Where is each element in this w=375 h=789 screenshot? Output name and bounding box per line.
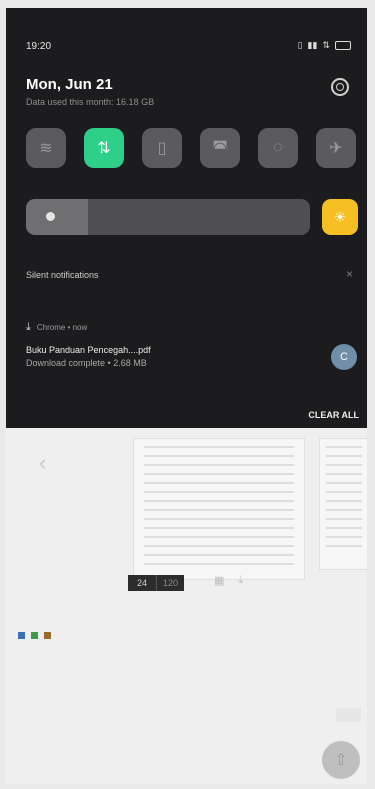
mobile-data-icon: ⇅ bbox=[97, 140, 111, 157]
brightness-low-icon bbox=[46, 212, 55, 221]
page-counter: 24 120 bbox=[128, 575, 185, 591]
silent-notifications-label: Silent notifications bbox=[26, 270, 99, 280]
grid-icon[interactable]: ▦ bbox=[214, 574, 224, 587]
network-type-icon: ⇅ bbox=[322, 40, 330, 50]
brightness-slider[interactable] bbox=[26, 199, 310, 235]
pager-actions: ▦ ⤓ bbox=[214, 574, 243, 587]
vibrate-icon: ▯ bbox=[297, 40, 303, 50]
page-thumbnail-next[interactable] bbox=[319, 438, 367, 570]
notification-title[interactable]: Buku Panduan Pencegah....pdf bbox=[26, 345, 151, 355]
settings-gear-icon[interactable] bbox=[331, 78, 349, 96]
sheet-icon bbox=[31, 632, 38, 639]
status-time: 19:20 bbox=[26, 41, 52, 52]
clear-all-button[interactable]: CLEAR ALL bbox=[308, 410, 359, 420]
date-label: Mon, Jun 21 bbox=[26, 76, 113, 93]
data-usage-text[interactable]: Data used this month: 16.18 GB bbox=[26, 97, 154, 107]
chrome-avatar[interactable]: C bbox=[331, 344, 357, 370]
airplane-mode-tile[interactable]: ✈ bbox=[316, 128, 356, 168]
screen-cast-tile[interactable]: ◚ bbox=[200, 128, 240, 168]
page-thumbnail[interactable] bbox=[133, 438, 305, 580]
brightness-fill bbox=[26, 199, 89, 235]
floating-action-button[interactable]: ⇧ bbox=[322, 741, 360, 779]
screen-cast-icon: ◚ bbox=[212, 140, 228, 157]
auto-rotate-tile[interactable]: ◌ bbox=[258, 128, 298, 168]
quick-settings-tiles: ≋ ⇅ ▯ ◚ ◌ ✈ bbox=[26, 128, 356, 168]
download-done-icon: ⤓ bbox=[26, 321, 31, 333]
flashlight-icon: ▯ bbox=[157, 140, 167, 157]
flashlight-tile[interactable]: ▯ bbox=[142, 128, 182, 168]
sun-icon: ☀ bbox=[333, 208, 347, 225]
divider bbox=[336, 708, 361, 722]
notification-subtitle: Download complete • 2.68 MB bbox=[26, 358, 147, 368]
airplane-icon: ✈ bbox=[329, 140, 343, 157]
mobile-data-tile[interactable]: ⇅ bbox=[84, 128, 124, 168]
file-info-row bbox=[18, 632, 51, 639]
notification-shade: 19:20 ▯ ▮▮ ⇅ Mon, Jun 21 Data used this … bbox=[6, 8, 367, 428]
battery-icon bbox=[335, 41, 351, 50]
close-icon[interactable]: × bbox=[346, 267, 353, 281]
auto-brightness-button[interactable]: ☀ bbox=[322, 199, 358, 235]
pager-current: 24 bbox=[128, 575, 157, 591]
notification-header: ⤓ Chrome • now bbox=[26, 321, 87, 334]
pager-total: 120 bbox=[156, 575, 185, 591]
back-arrow-icon[interactable]: ‹ bbox=[39, 450, 46, 476]
briefcase-icon bbox=[44, 632, 51, 639]
auto-rotate-icon: ◌ bbox=[273, 139, 283, 156]
signal-icon: ▮▮ bbox=[307, 40, 318, 50]
wifi-icon: ≋ bbox=[39, 140, 53, 157]
notification-app: Chrome • now bbox=[36, 323, 88, 332]
download-icon[interactable]: ⤓ bbox=[238, 574, 243, 587]
status-icons: ▯ ▮▮ ⇅ bbox=[298, 40, 351, 51]
folder-icon bbox=[18, 632, 25, 639]
phone-screen: ‹ 24 120 ▦ ⤓ ⇧ 19:20 ▯ ▮▮ ⇅ Mon, Jun 21 … bbox=[6, 8, 367, 784]
background-app: ‹ 24 120 ▦ ⤓ ⇧ bbox=[6, 428, 367, 784]
wifi-tile[interactable]: ≋ bbox=[26, 128, 66, 168]
